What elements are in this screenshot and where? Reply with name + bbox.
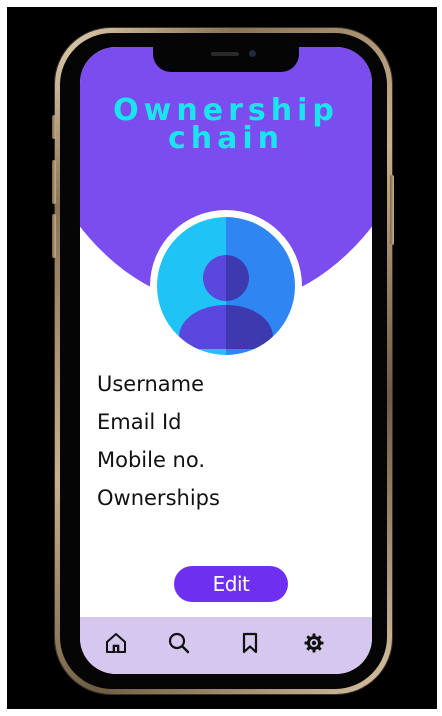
nav-search[interactable] bbox=[165, 629, 193, 657]
app-title: Ownership chain bbox=[80, 96, 372, 156]
volume-up-button bbox=[52, 160, 56, 204]
settings-icon bbox=[304, 633, 324, 653]
email-id-label: Email Id bbox=[97, 410, 182, 434]
app-title-line2: chain bbox=[167, 121, 285, 156]
mobile-no-label: Mobile no. bbox=[97, 448, 206, 472]
home-icon bbox=[106, 633, 126, 653]
stage: Ownership chain Username Email Id Mobile… bbox=[0, 0, 442, 716]
edit-button[interactable]: Edit bbox=[174, 566, 288, 602]
search-icon bbox=[168, 632, 190, 654]
user-avatar-icon[interactable] bbox=[157, 217, 295, 355]
power-button bbox=[390, 175, 394, 245]
camera bbox=[249, 50, 256, 57]
nav-bookmark[interactable] bbox=[236, 629, 264, 657]
avatar-graphic bbox=[157, 217, 295, 355]
volume-down-button bbox=[52, 214, 56, 258]
username-label: Username bbox=[97, 372, 205, 396]
profile-fields: Username Email Id Mobile no. Ownerships bbox=[97, 365, 220, 517]
phone-screen: Ownership chain Username Email Id Mobile… bbox=[80, 47, 372, 674]
mute-switch bbox=[52, 115, 56, 139]
speaker bbox=[211, 52, 239, 56]
nav-home[interactable] bbox=[102, 629, 130, 657]
bookmark-icon bbox=[242, 632, 258, 654]
notch bbox=[153, 47, 299, 72]
ownerships-label: Ownerships bbox=[97, 486, 220, 510]
nav-settings[interactable] bbox=[300, 629, 328, 657]
bottom-nav bbox=[80, 617, 372, 674]
